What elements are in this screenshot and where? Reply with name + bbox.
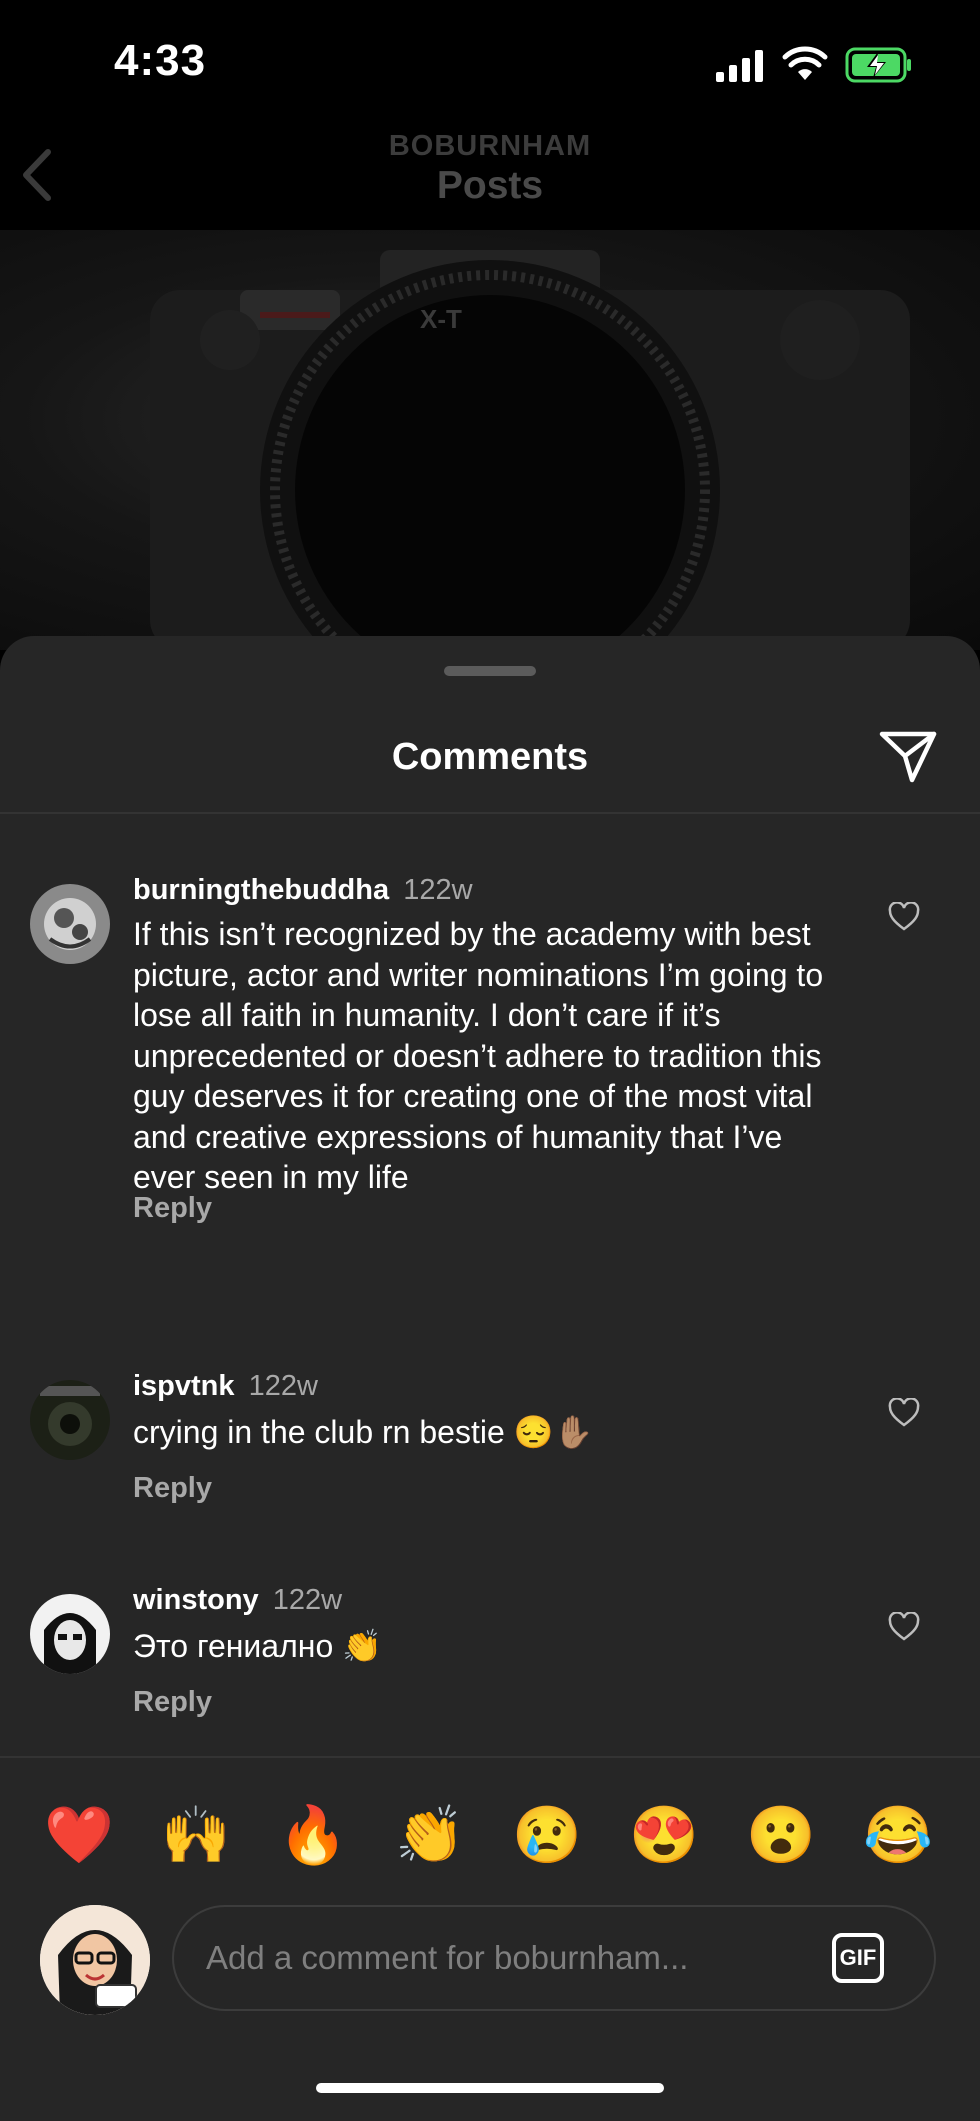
comment-input[interactable]: Add a comment for boburnham... GIF xyxy=(172,1905,936,2011)
avatar[interactable] xyxy=(30,1380,110,1460)
emoji-raising-hands[interactable]: 🙌 xyxy=(161,1800,231,1870)
comment-text: crying in the club rn bestie 😔✋🏽 xyxy=(133,1414,594,1450)
sheet-divider xyxy=(0,812,980,814)
navigation-header: BOBURNHAM Posts xyxy=(0,120,980,230)
wifi-icon xyxy=(782,46,828,80)
emoji-laughing[interactable]: 😂 xyxy=(863,1800,933,1870)
current-user-avatar xyxy=(40,1905,150,2015)
reply-button[interactable]: Reply xyxy=(133,1472,212,1505)
svg-text:X-T: X-T xyxy=(420,304,462,334)
status-time: 4:33 xyxy=(114,36,207,85)
comment-username[interactable]: burningthebuddha xyxy=(133,874,389,906)
heart-outline-icon[interactable] xyxy=(888,1612,920,1642)
comment-text: If this isn’t recognized by the academy … xyxy=(133,916,824,1195)
camera-photo-image: X-T xyxy=(150,250,910,650)
heart-outline-icon[interactable] xyxy=(888,902,920,932)
status-bar: 4:33 xyxy=(0,0,980,120)
cellular-signal-icon xyxy=(716,50,763,82)
comment-input-placeholder: Add a comment for boburnham... xyxy=(206,1939,689,1976)
emoji-clapping[interactable]: 👏 xyxy=(395,1800,465,1870)
comments-sheet: Comments burningthebuddha 122w If this i… xyxy=(0,636,980,2121)
avatar[interactable] xyxy=(30,884,110,964)
home-indicator xyxy=(316,2083,664,2093)
comment-text: Это гениално 👏 xyxy=(133,1628,382,1664)
avatar[interactable] xyxy=(30,1594,110,1674)
emoji-surprised[interactable]: 😮 xyxy=(746,1800,816,1870)
comment-header: winstony 122w xyxy=(133,1584,342,1617)
emoji-heart[interactable]: ❤️ xyxy=(44,1800,114,1870)
post-photo: X-T xyxy=(0,230,980,650)
header-username: BOBURNHAM xyxy=(388,130,592,162)
comment-timestamp: 122w xyxy=(248,1370,318,1402)
emoji-heart-eyes[interactable]: 😍 xyxy=(629,1800,699,1870)
comment-header: burningthebuddha 122w xyxy=(133,874,473,907)
comment-username[interactable]: winstony xyxy=(133,1584,259,1616)
emoji-crying[interactable]: 😢 xyxy=(512,1800,582,1870)
reply-button[interactable]: Reply xyxy=(133,1686,212,1719)
sheet-title: Comments xyxy=(391,736,589,778)
comment-timestamp: 122w xyxy=(403,874,473,906)
comment-timestamp: 122w xyxy=(272,1584,343,1616)
gif-button[interactable]: GIF xyxy=(832,1933,884,1983)
battery-charging-icon xyxy=(845,47,911,83)
emoji-fire[interactable]: 🔥 xyxy=(278,1800,348,1870)
comment-header: ispvtnk 122w xyxy=(133,1370,318,1403)
reply-button[interactable]: Reply xyxy=(133,1192,212,1225)
emoji-bar-divider xyxy=(0,1756,980,1758)
heart-outline-icon[interactable] xyxy=(888,1398,920,1428)
sheet-grabber[interactable] xyxy=(444,666,536,676)
comment-username[interactable]: ispvtnk xyxy=(133,1370,235,1402)
paper-plane-icon[interactable] xyxy=(878,728,938,784)
header-title: Posts xyxy=(436,164,544,207)
